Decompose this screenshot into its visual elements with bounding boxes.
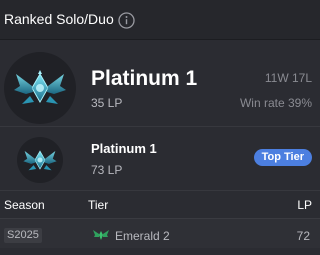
peak-rank-section: Platinum 1 73 LP Top Tier: [0, 127, 320, 189]
win-loss-record: 11W 17L: [264, 71, 312, 85]
season-history-table: Season Tier LP S2025 Emerald 2 72: [0, 191, 320, 255]
top-tier-badge: Top Tier: [253, 149, 312, 166]
current-rank-section: Platinum 1 35 LP 11W 17L Win rate 39%: [0, 40, 320, 126]
win-rate: Win rate 39%: [239, 96, 312, 110]
platinum-emblem-icon: [17, 137, 63, 183]
panel-title: Ranked Solo/Duo: [4, 11, 114, 27]
info-circle-icon[interactable]: [118, 12, 135, 29]
column-header-season: Season: [4, 198, 45, 212]
column-header-lp: LP: [297, 198, 312, 212]
season-lp-value: 72: [296, 229, 310, 243]
emerald-emblem-icon: [93, 230, 109, 240]
peak-rank-tier: Platinum 1: [91, 141, 157, 156]
column-header-tier: Tier: [88, 198, 109, 212]
table-row[interactable]: S2025 Emerald 2 72: [0, 218, 320, 248]
current-rank-tier: Platinum 1: [91, 67, 198, 90]
ranked-solo-duo-panel: Ranked Solo/Duo Platinum 1 35 LP 11W 17L…: [0, 0, 320, 255]
season-badge: S2025: [4, 228, 42, 243]
current-rank-lp: 35 LP: [91, 96, 123, 110]
peak-rank-lp: 73 LP: [91, 163, 123, 177]
panel-header: Ranked Solo/Duo: [0, 0, 320, 40]
platinum-emblem-icon: [4, 52, 76, 124]
season-tier-name: Emerald 2: [115, 229, 170, 243]
